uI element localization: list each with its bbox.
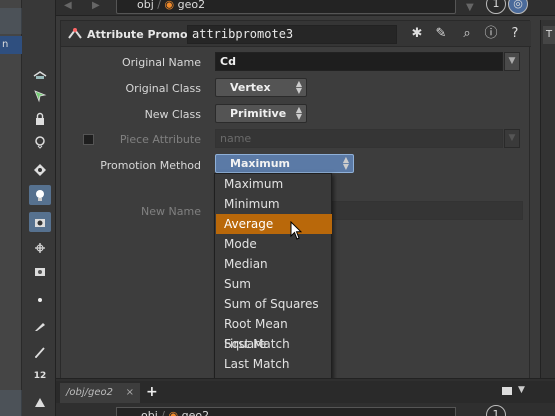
new-name-label: New Name: [141, 205, 201, 218]
piece-attribute-label: Piece Attribute: [119, 133, 201, 146]
new-class-menu[interactable]: Primitive ▲ ▼: [215, 104, 307, 123]
promotion-method-label: Promotion Method: [100, 159, 201, 172]
light-icon[interactable]: [29, 185, 51, 205]
render-icon[interactable]: [29, 262, 51, 282]
left-side-strip: n: [0, 0, 22, 416]
piece-attribute-field: name: [215, 129, 503, 148]
crumb-root[interactable]: obj: [137, 0, 154, 11]
badge-button[interactable]: 1: [486, 0, 506, 14]
bottom-icon[interactable]: [29, 392, 51, 412]
info-icon[interactable]: ⓘ: [483, 26, 499, 42]
promotion-method-menu[interactable]: Maximum ▲ ▼: [215, 154, 354, 173]
promotion-method-value: Maximum: [230, 157, 290, 170]
menu-option-mode[interactable]: Mode: [216, 234, 332, 254]
original-name-field[interactable]: Cd: [215, 52, 503, 71]
geo-icon: ◉: [168, 409, 179, 416]
original-name-label: Original Name: [122, 56, 201, 69]
crumb-root[interactable]: obj: [141, 409, 158, 416]
original-class-label: Original Class: [125, 82, 201, 95]
promotion-method-list: Maximum Minimum Average Mode Median Sum …: [214, 173, 332, 394]
strip-edge-bottom: [0, 390, 22, 416]
strip-edge: [0, 8, 22, 34]
camera-icon[interactable]: [29, 212, 51, 232]
right-edge-tab[interactable]: T: [543, 26, 555, 44]
original-name-dropdown[interactable]: ▼: [504, 52, 520, 71]
tab-obj-geo2[interactable]: /obj/geo2 ×: [60, 383, 140, 403]
tab-label: /obj/geo2: [66, 387, 113, 398]
right-edge-pane: T: [540, 20, 555, 380]
close-icon[interactable]: ×: [126, 383, 134, 403]
snap-icon[interactable]: [29, 160, 51, 180]
node-name-field[interactable]: attribpromote3: [187, 25, 397, 44]
knife-icon[interactable]: [29, 316, 51, 336]
menu-option-median[interactable]: Median: [216, 254, 332, 274]
menu-option-minimum[interactable]: Minimum: [216, 194, 332, 214]
brush-icon[interactable]: ✎: [433, 26, 449, 42]
piece-attribute-dropdown: ▼: [504, 129, 520, 148]
crumb-node[interactable]: geo2: [178, 0, 205, 11]
view-icon[interactable]: [29, 64, 51, 84]
chevron-down-icon[interactable]: ▼: [518, 385, 525, 395]
gear-icon[interactable]: ✱: [409, 26, 425, 42]
bottom-path-breadcrumb[interactable]: obj / ◉ geo2: [116, 407, 456, 416]
dot-icon[interactable]: [29, 290, 51, 310]
menu-option-last-match[interactable]: Last Match: [216, 354, 332, 374]
geo-icon: ◉: [164, 0, 175, 11]
updown-arrows-icon: ▲ ▼: [342, 155, 349, 171]
path-bar: ◀ ▶ obj / ◉ geo2 ▼ 1 ◎: [56, 0, 555, 16]
updown-arrows-icon: ▲ ▼: [295, 79, 302, 95]
bottom-tab-bar: /obj/geo2 × + ▼: [56, 381, 555, 403]
menu-option-first-match[interactable]: First Match: [216, 334, 332, 354]
param-header: Attribute Promote attribpromote3 ✱ ✎ ⌕ ⓘ…: [61, 21, 531, 47]
original-class-menu[interactable]: Vertex ▲ ▼: [215, 78, 307, 97]
magnet-icon[interactable]: [29, 132, 51, 152]
bottom-pane: /obj/geo2 × + ▼ obj / ◉ geo2 1: [56, 378, 555, 416]
search-icon[interactable]: ⌕: [459, 26, 475, 42]
forward-arrow-icon[interactable]: ▶: [92, 0, 100, 11]
new-class-value: Primitive: [230, 107, 287, 120]
back-arrow-icon[interactable]: ◀: [64, 0, 72, 11]
node-type-label: Attribute Promote: [87, 28, 201, 41]
updown-arrows-icon: ▲ ▼: [295, 105, 302, 121]
menu-option-root-mean-square[interactable]: Root Mean Square: [216, 314, 332, 351]
menu-option-sum-of-squares[interactable]: Sum of Squares: [216, 294, 332, 314]
original-class-value: Vertex: [230, 81, 271, 94]
maximize-icon[interactable]: [502, 387, 512, 395]
menu-option-maximum[interactable]: Maximum: [216, 174, 332, 194]
pin-icon[interactable]: ◎: [508, 0, 528, 14]
left-toolbar: n 12: [0, 0, 56, 416]
pen-icon[interactable]: [29, 342, 51, 362]
scope-icon[interactable]: [29, 238, 51, 258]
select-icon[interactable]: [29, 86, 51, 106]
crumb-node[interactable]: geo2: [182, 409, 209, 416]
twelve-icon[interactable]: 12: [29, 366, 51, 386]
new-class-label: New Class: [144, 108, 201, 121]
bottom-badge-button[interactable]: 1: [486, 405, 506, 416]
attribute-promote-icon: [68, 28, 82, 39]
mouse-cursor-icon: [290, 221, 302, 240]
left-strip-tab[interactable]: n: [0, 36, 22, 54]
menu-option-sum[interactable]: Sum: [216, 274, 332, 294]
menu-option-average[interactable]: Average: [216, 214, 332, 234]
chevron-down-icon[interactable]: ▼: [466, 2, 474, 13]
add-tab-button[interactable]: +: [146, 384, 158, 400]
path-breadcrumb[interactable]: obj / ◉ geo2: [116, 0, 456, 14]
lock-icon[interactable]: [29, 109, 51, 129]
help-icon[interactable]: ?: [507, 26, 523, 42]
